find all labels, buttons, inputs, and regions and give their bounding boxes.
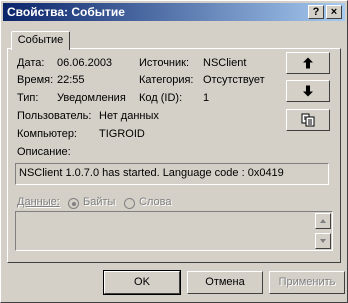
time-label: Время:: [17, 74, 54, 86]
copy-icon: [301, 113, 315, 127]
tab-event[interactable]: Событие: [11, 31, 70, 50]
data-label: Данные:: [17, 196, 60, 208]
code-value: 1: [203, 92, 210, 104]
data-scrollbar[interactable]: [315, 213, 331, 249]
user-label: Пользователь:: [17, 110, 92, 122]
bytes-label: Байты: [83, 196, 116, 208]
computer-label: Компьютер:: [17, 128, 77, 140]
category-label: Категория:: [139, 74, 194, 86]
description-text[interactable]: NSClient 1.0.7.0 has started. Language c…: [15, 163, 329, 185]
next-event-button[interactable]: [286, 80, 330, 102]
arrow-up-icon: [303, 57, 313, 69]
computer-value: TIGROID: [99, 128, 145, 140]
scroll-up-button[interactable]: [315, 213, 331, 229]
ok-button[interactable]: OK: [103, 270, 181, 295]
type-value: Уведомления: [57, 92, 126, 104]
window-title: Свойства: Событие: [7, 5, 125, 19]
date-label: Дата:: [17, 57, 45, 69]
title-bar: Свойства: Событие ? ×: [3, 3, 345, 21]
close-button[interactable]: ×: [326, 5, 342, 19]
data-area[interactable]: [15, 211, 333, 251]
code-label: Код (ID):: [139, 92, 183, 104]
apply-button[interactable]: Применить: [269, 271, 345, 294]
scroll-down-button[interactable]: [315, 233, 331, 249]
cancel-button[interactable]: Отмена: [187, 271, 263, 294]
scroll-down-icon: [320, 239, 326, 243]
properties-dialog: Свойства: Событие ? × Событие Дата: 06.0…: [0, 0, 348, 303]
category-value: Отсутствует: [203, 74, 265, 86]
date-value: 06.06.2003: [57, 57, 113, 69]
time-value: 22:55: [57, 74, 85, 86]
words-label: Слова: [139, 196, 172, 208]
description-label: Описание:: [17, 146, 71, 158]
copy-button[interactable]: [286, 109, 330, 131]
words-radio[interactable]: [124, 198, 135, 209]
previous-event-button[interactable]: [286, 52, 330, 74]
user-value: Нет данных: [99, 110, 159, 122]
arrow-down-icon: [303, 85, 313, 97]
type-label: Тип:: [17, 92, 39, 104]
help-button[interactable]: ?: [308, 5, 324, 19]
bytes-radio[interactable]: [68, 198, 79, 209]
source-value: NSClient: [203, 57, 247, 69]
scroll-up-icon: [320, 219, 326, 223]
source-label: Источник:: [139, 57, 190, 69]
